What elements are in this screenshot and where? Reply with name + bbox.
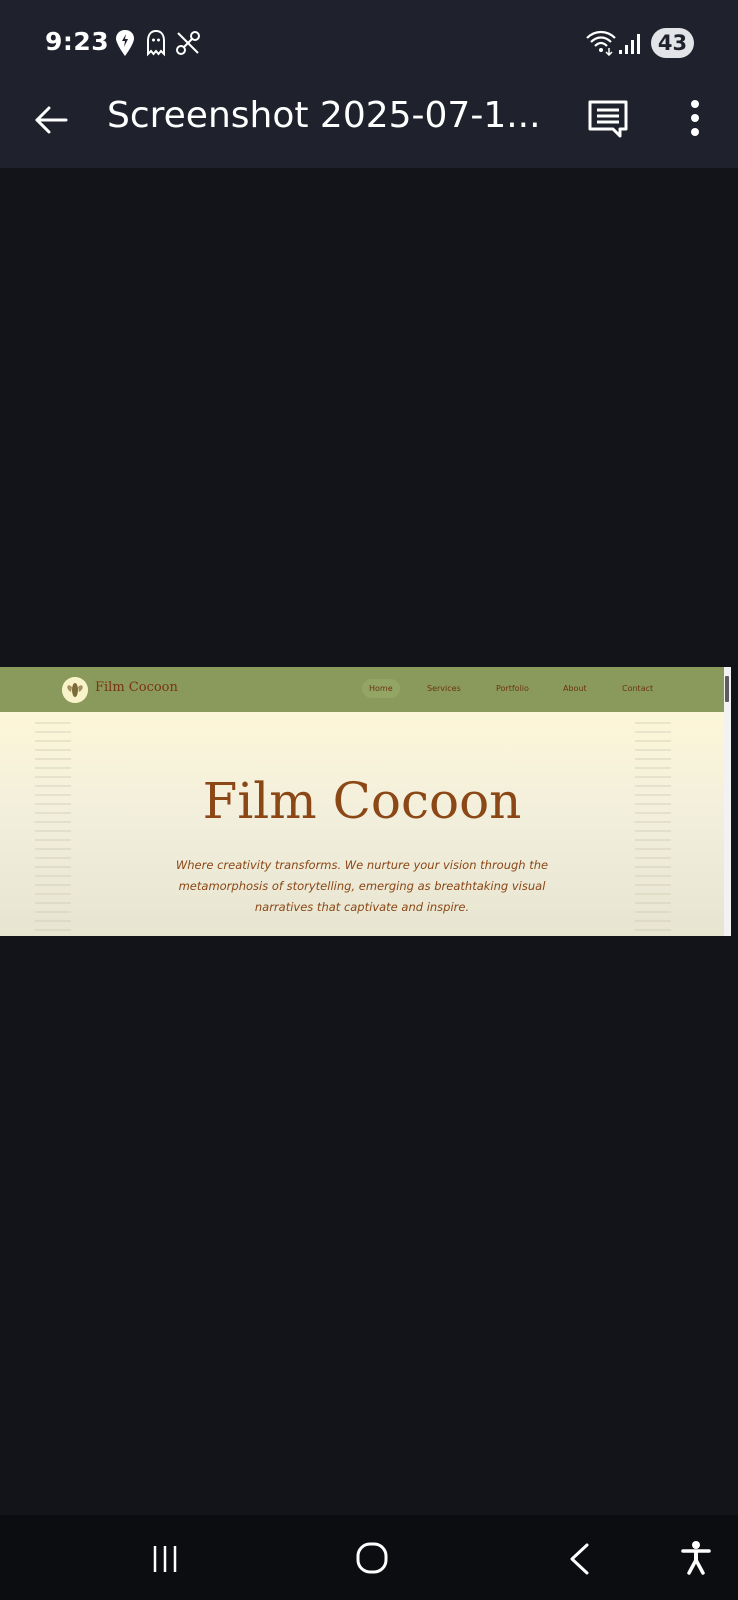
more-vert-icon[interactable] xyxy=(683,98,707,138)
comment-icon[interactable] xyxy=(587,99,629,139)
hero-title: Film Cocoon xyxy=(202,772,522,830)
back-icon[interactable] xyxy=(565,1542,595,1576)
home-icon[interactable] xyxy=(355,1541,389,1575)
screenshot-image[interactable]: Film Cocoon Home Services Portfolio Abou… xyxy=(0,667,731,936)
site-nav-about[interactable]: About xyxy=(563,684,587,693)
recent-apps-icon[interactable] xyxy=(150,1544,180,1574)
wifi-icon xyxy=(586,30,616,56)
signal-icon xyxy=(619,34,640,54)
back-arrow-icon[interactable] xyxy=(32,100,72,140)
file-title: Screenshot 2025-07-1... xyxy=(107,95,541,136)
site-hero: Film Cocoon Where creativity transforms.… xyxy=(0,712,724,936)
site-brand[interactable]: Film Cocoon xyxy=(95,680,178,695)
site-logo xyxy=(62,677,88,703)
photo-viewer-screen: 9:23 43 Screenshot 2025-07-1... Film Coc… xyxy=(0,0,738,1600)
status-time: 9:23 xyxy=(45,27,110,56)
system-nav-bar xyxy=(0,1515,738,1600)
location-pin-icon xyxy=(116,30,134,56)
vpn-off-icon xyxy=(176,31,200,55)
site-scrollbar-thumb xyxy=(725,676,729,702)
site-nav-home[interactable]: Home xyxy=(369,684,393,693)
site-nav-portfolio[interactable]: Portfolio xyxy=(496,684,529,693)
hero-tagline: Where creativity transforms. We nurture … xyxy=(175,858,549,914)
battery-indicator: 43 xyxy=(651,28,694,58)
site-nav-contact[interactable]: Contact xyxy=(622,684,653,693)
site-scrollbar xyxy=(724,667,731,936)
site-navbar: Film Cocoon Home Services Portfolio Abou… xyxy=(0,667,724,712)
accessibility-icon[interactable] xyxy=(680,1540,712,1576)
ghost-notification-icon xyxy=(147,29,165,57)
site-nav-services[interactable]: Services xyxy=(427,684,461,693)
status-bar: 9:23 43 xyxy=(0,0,738,86)
